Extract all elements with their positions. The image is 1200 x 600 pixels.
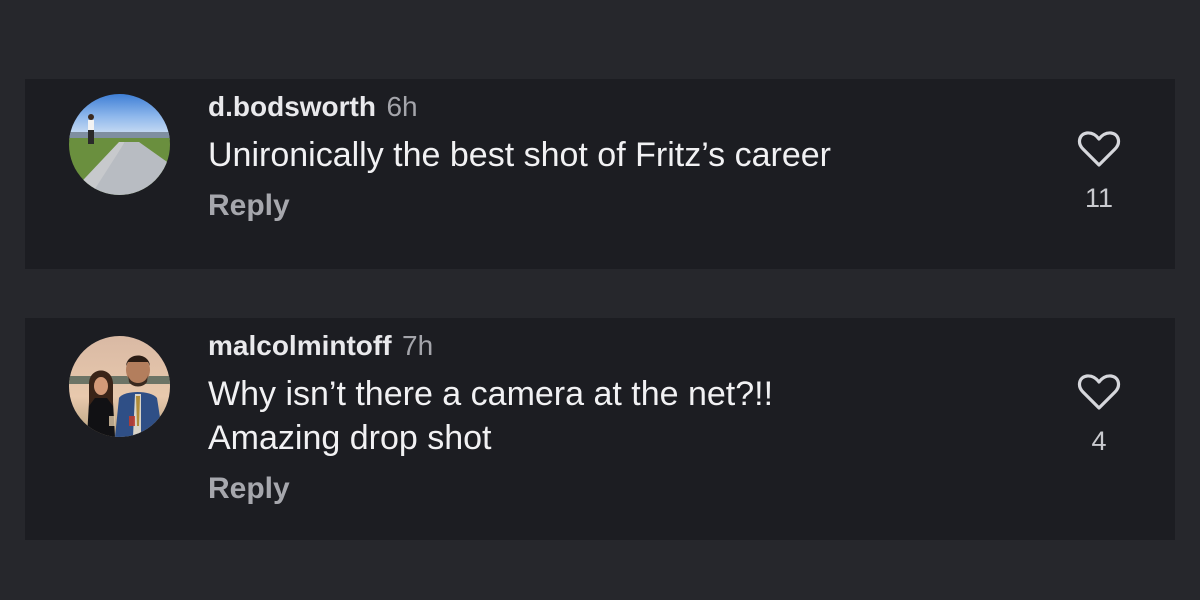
- reply-button[interactable]: Reply: [208, 189, 290, 223]
- comment-item: malcolmintoff 7h Why isn’t there a camer…: [25, 318, 1175, 540]
- username[interactable]: malcolmintoff: [208, 330, 392, 361]
- comment-item: d.bodsworth 6h Unironically the best sho…: [25, 79, 1175, 269]
- comment-text: Why isn’t there a camera at the net?!! A…: [208, 372, 1035, 460]
- comment-body: malcolmintoff 7h Why isn’t there a camer…: [208, 328, 1035, 506]
- like-button[interactable]: 11: [1069, 129, 1129, 214]
- comment-meta: d.bodsworth 6h: [208, 89, 1035, 125]
- comment-text-line: Why isn’t there a camera at the net?!!: [208, 375, 774, 413]
- avatar[interactable]: [69, 94, 170, 195]
- username[interactable]: d.bodsworth: [208, 91, 376, 122]
- comment-text: Unironically the best shot of Fritz’s ca…: [208, 136, 831, 174]
- like-count: 4: [1091, 426, 1107, 456]
- like-count: 11: [1084, 183, 1114, 213]
- avatar-photo: [69, 336, 170, 437]
- like-button[interactable]: 4: [1069, 372, 1129, 457]
- heart-outline-icon[interactable]: [1077, 129, 1121, 169]
- timestamp: 6h: [386, 91, 418, 122]
- avatar[interactable]: [69, 336, 170, 437]
- reply-button[interactable]: Reply: [208, 472, 290, 506]
- heart-outline-icon[interactable]: [1077, 372, 1121, 412]
- comment-meta: malcolmintoff 7h: [208, 328, 1035, 364]
- comment-body: d.bodsworth 6h Unironically the best sho…: [208, 89, 1035, 223]
- comment-text-line: Amazing drop shot: [208, 419, 492, 457]
- timestamp: 7h: [402, 330, 434, 361]
- avatar-photo: [69, 94, 170, 195]
